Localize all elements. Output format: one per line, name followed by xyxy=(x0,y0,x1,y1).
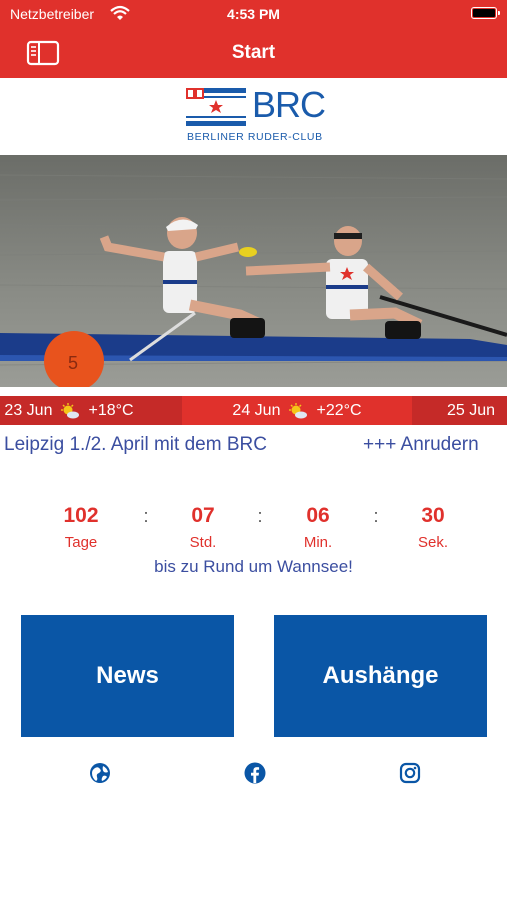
facebook-link[interactable] xyxy=(244,762,266,784)
weather-temp: +22°C xyxy=(316,401,362,419)
buoy-number: 5 xyxy=(68,353,78,373)
club-flag-icon xyxy=(186,88,246,126)
weather-date: 24 Jun xyxy=(232,401,281,419)
globe-icon xyxy=(90,763,110,783)
countdown-seconds: 30 xyxy=(421,504,445,527)
countdown-separator: : xyxy=(257,506,263,526)
instagram-icon xyxy=(399,762,421,784)
countdown-hours-label: Std. xyxy=(189,534,217,551)
logo-wordmark: BRC xyxy=(252,84,326,125)
sun-cloud-icon xyxy=(60,402,80,419)
notices-button[interactable]: Aushänge xyxy=(274,615,487,737)
weather-day: 25 Jun xyxy=(410,396,507,425)
countdown-separator: : xyxy=(143,506,149,526)
countdown-caption: bis zu Rund um Wannsee! xyxy=(154,557,353,576)
countdown-separator: : xyxy=(373,506,379,526)
countdown-timer: 102 Tage : 07 Std. : 06 Min. : 30 Sek. b… xyxy=(0,500,507,590)
countdown-minutes-label: Min. xyxy=(303,534,333,551)
news-ticker[interactable]: Leipzig 1./2. April mit dem BRC +++ Anru… xyxy=(0,430,507,458)
sun-cloud-icon xyxy=(288,402,308,419)
clock: 4:53 PM xyxy=(227,6,280,22)
hero-image: 5 xyxy=(0,155,507,387)
website-link[interactable] xyxy=(89,762,111,784)
weather-day: 24 Jun +22°C xyxy=(182,396,412,425)
countdown-days-label: Tage xyxy=(64,534,98,551)
weather-date: 23 Jun xyxy=(4,401,53,419)
club-logo: BRC BERLINER RUDER-CLUB xyxy=(0,78,507,155)
status-bar: Netzbetreiber 4:53 PM xyxy=(0,0,507,28)
weather-date: 25 Jun xyxy=(447,401,496,419)
countdown-minutes: 06 xyxy=(306,504,330,527)
countdown-seconds-label: Sek. xyxy=(417,534,448,551)
battery-icon xyxy=(471,7,500,19)
weather-day: 23 Jun +18°C xyxy=(0,396,184,425)
news-button[interactable]: News xyxy=(21,615,234,737)
page-title: Start xyxy=(231,42,276,63)
ticker-item: +++ Anrudern xyxy=(363,434,479,455)
weather-temp: +18°C xyxy=(88,401,134,419)
weather-forecast-strip[interactable]: 23 Jun +18°C 24 Jun +22°C 25 Jun xyxy=(0,396,507,425)
logo-subtitle: BERLINER RUDER-CLUB xyxy=(187,131,323,143)
countdown-days: 102 xyxy=(63,504,99,527)
facebook-icon xyxy=(244,762,266,784)
countdown-hours: 07 xyxy=(191,504,215,527)
navigation-bar: Start xyxy=(0,28,507,78)
instagram-link[interactable] xyxy=(399,762,421,784)
ticker-item: Leipzig 1./2. April mit dem BRC xyxy=(4,434,267,455)
